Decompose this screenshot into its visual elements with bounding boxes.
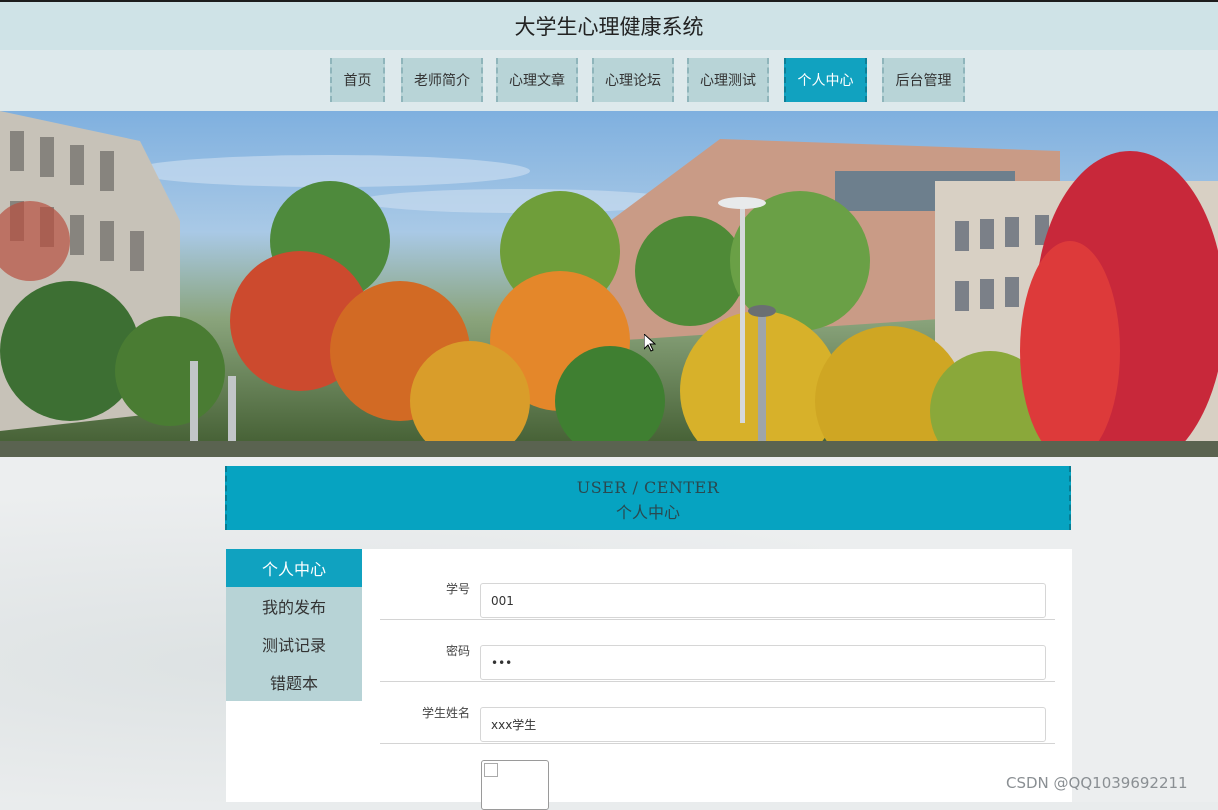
side-item-test-records[interactable]: 测试记录 [226, 625, 362, 663]
user-side-menu: 个人中心 我的发布 测试记录 错题本 [226, 549, 362, 802]
form-row-password: 密码 [380, 619, 1055, 682]
side-item-user-center[interactable]: 个人中心 [226, 549, 362, 587]
side-item-wrong-answers[interactable]: 错题本 [226, 663, 362, 701]
broken-image-icon [484, 763, 498, 777]
student-name-label: 学生姓名 [421, 705, 470, 720]
site-title: 大学生心理健康系统 [514, 15, 704, 39]
nav-item-teachers[interactable]: 老师简介 [401, 58, 483, 102]
student-id-label: 学号 [445, 581, 470, 596]
mouse-pointer-icon [644, 334, 656, 352]
user-center-title-zh: 个人中心 [615, 503, 680, 522]
nav-item-home[interactable]: 首页 [330, 58, 385, 102]
avatar-upload[interactable] [481, 760, 549, 810]
nav-item-tests[interactable]: 心理测试 [687, 58, 769, 102]
side-item-my-posts[interactable]: 我的发布 [226, 587, 362, 625]
user-center-header: USER / CENTER 个人中心 [225, 466, 1071, 530]
site-header: 大学生心理健康系统 [0, 0, 1218, 50]
password-label: 密码 [445, 643, 470, 658]
student-name-input[interactable] [480, 707, 1046, 742]
nav-item-articles[interactable]: 心理文章 [496, 58, 578, 102]
watermark: CSDN @QQ1039692211 [1006, 774, 1188, 792]
user-center-title-en: USER / CENTER [576, 478, 720, 497]
form-row-student-id: 学号 [380, 557, 1055, 620]
password-input[interactable] [480, 645, 1046, 680]
nav-item-admin[interactable]: 后台管理 [882, 58, 965, 102]
form-row-student-name: 学生姓名 [380, 681, 1055, 744]
profile-form: 学号 密码 学生姓名 [362, 549, 1072, 802]
nav-item-user-center[interactable]: 个人中心 [784, 58, 867, 102]
campus-banner-image [0, 111, 1218, 457]
student-id-input[interactable] [480, 583, 1046, 618]
main-nav: 首页 老师简介 心理文章 心理论坛 心理测试 个人中心 后台管理 [0, 50, 1218, 111]
nav-item-forum[interactable]: 心理论坛 [592, 58, 674, 102]
